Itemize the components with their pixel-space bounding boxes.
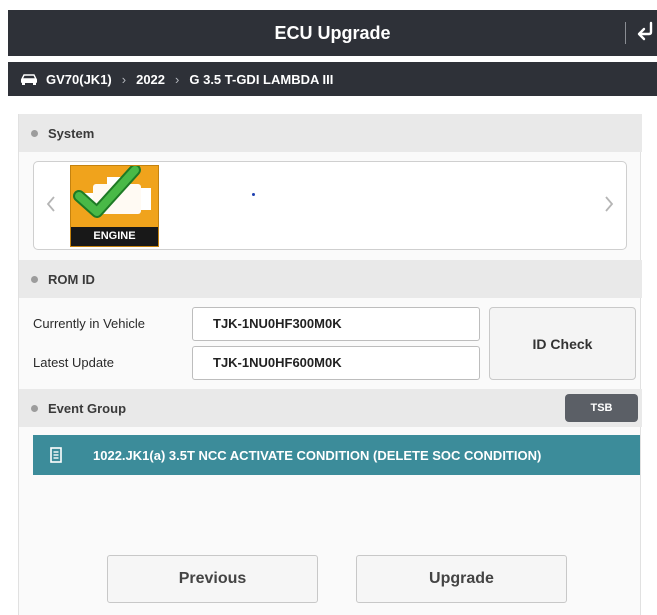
chevron-right-icon (604, 195, 614, 218)
page-title: ECU Upgrade (274, 23, 391, 43)
engine-system-tile[interactable]: ENGINE (70, 165, 159, 247)
current-rom-label: Currently in Vehicle (33, 316, 145, 331)
bullet-icon (31, 129, 38, 137)
carousel-next-button[interactable] (600, 192, 618, 220)
breadcrumb-engine[interactable]: G 3.5 T-GDI LAMBDA III (189, 72, 333, 87)
document-icon (41, 435, 71, 475)
return-arrow-icon (634, 20, 656, 47)
event-group-section-header: Event Group (19, 389, 642, 427)
event-group-section-label: Event Group (48, 400, 127, 416)
breadcrumb-year[interactable]: 2022 (136, 72, 165, 87)
bullet-icon (31, 404, 38, 412)
engine-tile-label: ENGINE (71, 227, 158, 246)
bullet-icon (31, 275, 38, 283)
breadcrumb: GV70(JK1) › 2022 › G 3.5 T-GDI LAMBDA II… (8, 62, 657, 96)
latest-rom-label: Latest Update (33, 355, 114, 370)
upgrade-button[interactable]: Upgrade (356, 555, 567, 603)
current-rom-field: TJK-1NU0HF300M0K (192, 307, 480, 341)
carousel-indicator (252, 193, 255, 196)
chevron-right-icon: › (121, 71, 127, 87)
rom-id-section-header: ROM ID (19, 260, 642, 298)
car-icon (20, 73, 38, 85)
chevron-right-icon: › (175, 71, 180, 87)
previous-button[interactable]: Previous (107, 555, 318, 603)
system-section-header: System (19, 114, 642, 152)
event-list-item[interactable]: 1022.JK1(a) 3.5T NCC ACTIVATE CONDITION … (33, 435, 640, 475)
breadcrumb-model[interactable]: GV70(JK1) (46, 72, 112, 87)
main-content: System ENGINE ROM ID Currently in Vehicl… (18, 114, 642, 615)
chevron-left-icon (46, 195, 56, 218)
tsb-button[interactable]: TSB (565, 394, 638, 422)
carousel-prev-button[interactable] (42, 192, 60, 220)
id-check-button[interactable]: ID Check (489, 307, 636, 380)
latest-rom-field: TJK-1NU0HF600M0K (192, 346, 480, 380)
title-bar: ECU Upgrade (8, 10, 657, 56)
back-button[interactable] (632, 18, 657, 48)
event-title: 1022.JK1(a) 3.5T NCC ACTIVATE CONDITION … (93, 447, 542, 463)
system-carousel: ENGINE (33, 161, 627, 250)
rom-id-section-label: ROM ID (48, 271, 95, 287)
system-section-label: System (48, 125, 95, 141)
title-divider (625, 22, 626, 44)
